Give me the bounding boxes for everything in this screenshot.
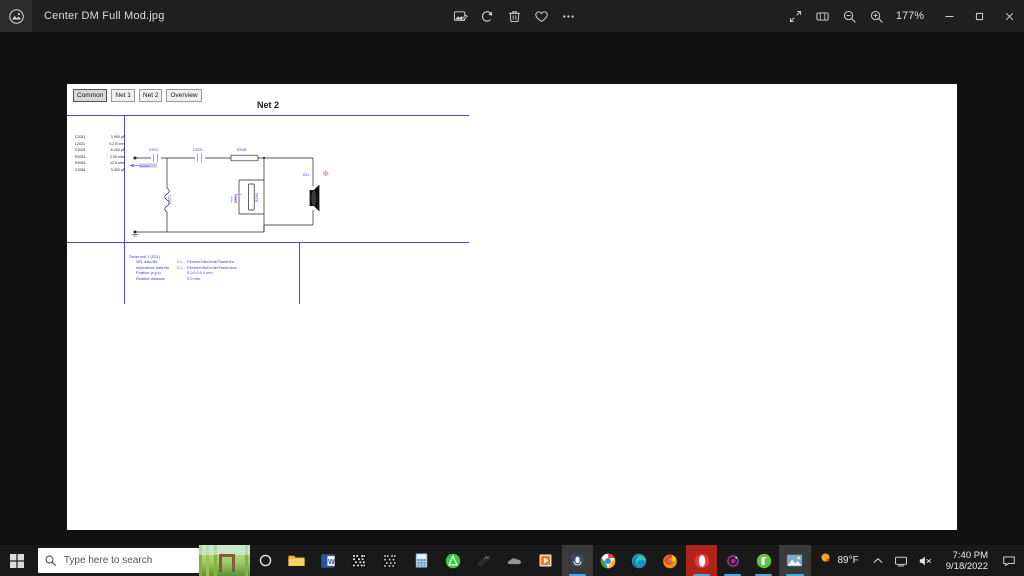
component-value: 3.900 µF — [110, 135, 125, 139]
driver-info-table: SPL data file C:\... PioneerVifaCenterTw… — [136, 260, 237, 282]
svg-text:R2081: R2081 — [237, 148, 247, 152]
info-value: 0.0 mm — [187, 276, 200, 281]
search-input[interactable]: Type here to search — [37, 548, 199, 573]
search-placeholder: Type here to search — [63, 555, 153, 566]
system-tray: 89°F 7:40 PM 9/18/2022 — [811, 545, 1024, 576]
component-value: 0.270 mH — [109, 141, 125, 146]
word-icon[interactable]: W — [313, 545, 344, 576]
component-value: 2.00 ohm — [110, 154, 125, 159]
cloud-app-icon[interactable] — [499, 545, 530, 576]
list-item: R2061 12.5 ohm — [75, 160, 127, 167]
image-viewer-stage[interactable]: Common Net 1 Net 2 Overview Net 2 C2011 … — [0, 32, 1024, 545]
weather-widget[interactable]: 89°F — [811, 551, 867, 570]
search-icon — [38, 554, 64, 567]
list-item: C2081 3.300 µF — [75, 167, 127, 174]
list-item: C2011 3.900 µF — [75, 134, 127, 141]
component-ref: C2031 — [75, 148, 86, 153]
firefox-icon[interactable] — [655, 545, 686, 576]
close-button[interactable] — [994, 0, 1024, 32]
view-toolbar: 177% — [782, 0, 1024, 32]
info-label: Relative distance — [136, 276, 165, 281]
file-explorer-icon[interactable] — [281, 545, 312, 576]
zoom-in-icon[interactable] — [863, 0, 890, 32]
minimize-button[interactable] — [934, 0, 964, 32]
clock-time: 7:40 PM — [952, 549, 988, 561]
favorite-heart-icon[interactable] — [528, 0, 555, 32]
delete-icon[interactable] — [501, 0, 528, 32]
bamboo-garden-thumbnail[interactable] — [198, 545, 251, 576]
component-ref: L2021 — [75, 141, 85, 146]
list-item: C2031 6.200 µF — [75, 147, 127, 154]
qr-grid-app-icon[interactable] — [344, 545, 375, 576]
frame-line-top — [67, 115, 469, 116]
component-ref: C2011 — [75, 135, 86, 139]
component-ref: R2061 — [75, 161, 86, 166]
more-options-icon[interactable] — [555, 0, 582, 32]
volume-muted-icon[interactable] — [913, 545, 938, 576]
opera-icon[interactable] — [686, 545, 718, 576]
utorrent-icon[interactable] — [748, 545, 779, 576]
calculator-icon[interactable] — [406, 545, 437, 576]
start-button[interactable] — [0, 545, 34, 576]
frame-divider-lower-left — [124, 242, 125, 304]
svg-text:L2021: L2021 — [168, 195, 172, 204]
cortana-circle-icon[interactable] — [250, 545, 281, 576]
svg-text:source: source — [140, 164, 150, 168]
frame-divider-lower-right — [299, 242, 300, 304]
component-ref: R2051 — [75, 154, 86, 159]
weather-temperature: 89°F — [837, 555, 859, 566]
component-value: 6.200 µF — [110, 148, 125, 153]
list-item: R2051 2.00 ohm — [75, 154, 127, 161]
windows-taskbar: Type here to search W 89°F 7:40 PM 9/18/… — [0, 545, 1024, 576]
svg-text:R2061: R2061 — [255, 192, 259, 202]
clock-date: 9/18/2022 — [945, 560, 988, 572]
image-toolbar — [447, 0, 582, 32]
fit-to-window-icon[interactable] — [809, 0, 836, 32]
fullscreen-icon[interactable] — [782, 0, 809, 32]
photos-icon[interactable] — [779, 545, 811, 576]
clock[interactable]: 7:40 PM 9/18/2022 — [938, 545, 996, 576]
camera-app-icon[interactable] — [717, 545, 748, 576]
acrobat-icon[interactable] — [437, 545, 468, 576]
show-hidden-icons-chevron[interactable] — [867, 545, 889, 576]
svg-text:W: W — [328, 556, 335, 565]
component-ref: C2081 — [75, 167, 86, 172]
table-row: SPL data file C:\... PioneerVifaCenterTw… — [136, 260, 237, 266]
svg-text:C2011: C2011 — [149, 148, 159, 152]
displayed-image[interactable]: Common Net 1 Net 2 Overview Net 2 C2011 … — [67, 84, 957, 530]
info-value: PioneerVifaCenterTweet.frd — [187, 260, 234, 264]
photo-icon — [0, 0, 32, 32]
network-icon[interactable] — [889, 545, 913, 576]
component-value: 12.5 ohm — [110, 161, 125, 166]
maximize-button[interactable] — [964, 0, 994, 32]
sun-icon — [819, 551, 833, 570]
info-path-prefix — [177, 277, 187, 283]
edit-image-icon[interactable] — [447, 0, 474, 32]
rotate-icon[interactable] — [474, 0, 501, 32]
component-value-list: C2011 3.900 µF L2021 0.270 mH C2031 6.20… — [75, 134, 127, 174]
crossover-circuit-diagram: source C2011 L2021 C2031 R2081 C2081 R20… — [129, 148, 329, 237]
thumbnail-gate — [218, 554, 235, 572]
notification-icon[interactable] — [996, 545, 1022, 576]
svg-text:C2031: C2031 — [193, 148, 203, 152]
driver-info-block: Driver unit 1 (D21) SPL data file C:\...… — [129, 254, 237, 282]
edge-icon[interactable] — [624, 545, 655, 576]
zoom-out-icon[interactable] — [836, 0, 863, 32]
chrome-icon[interactable] — [593, 545, 624, 576]
dark-grid-app-icon[interactable] — [375, 545, 406, 576]
svg-text:C2081: C2081 — [234, 193, 238, 203]
window-titlebar: Center DM Full Mod.jpg 177% — [0, 0, 1024, 32]
list-item: L2021 0.270 mH — [75, 141, 127, 148]
audio-app-icon[interactable] — [561, 545, 593, 576]
media-player-icon[interactable] — [530, 545, 561, 576]
window-title: Center DM Full Mod.jpg — [44, 10, 165, 22]
video-editor-icon[interactable] — [468, 545, 499, 576]
zoom-level-label: 177% — [895, 10, 924, 22]
component-value: 3.300 µF — [110, 167, 125, 172]
svg-text:D21: D21 — [303, 173, 309, 177]
table-row: Relative distance 0.0 mm — [136, 277, 237, 283]
sheet-title: Net 2 — [256, 100, 279, 110]
